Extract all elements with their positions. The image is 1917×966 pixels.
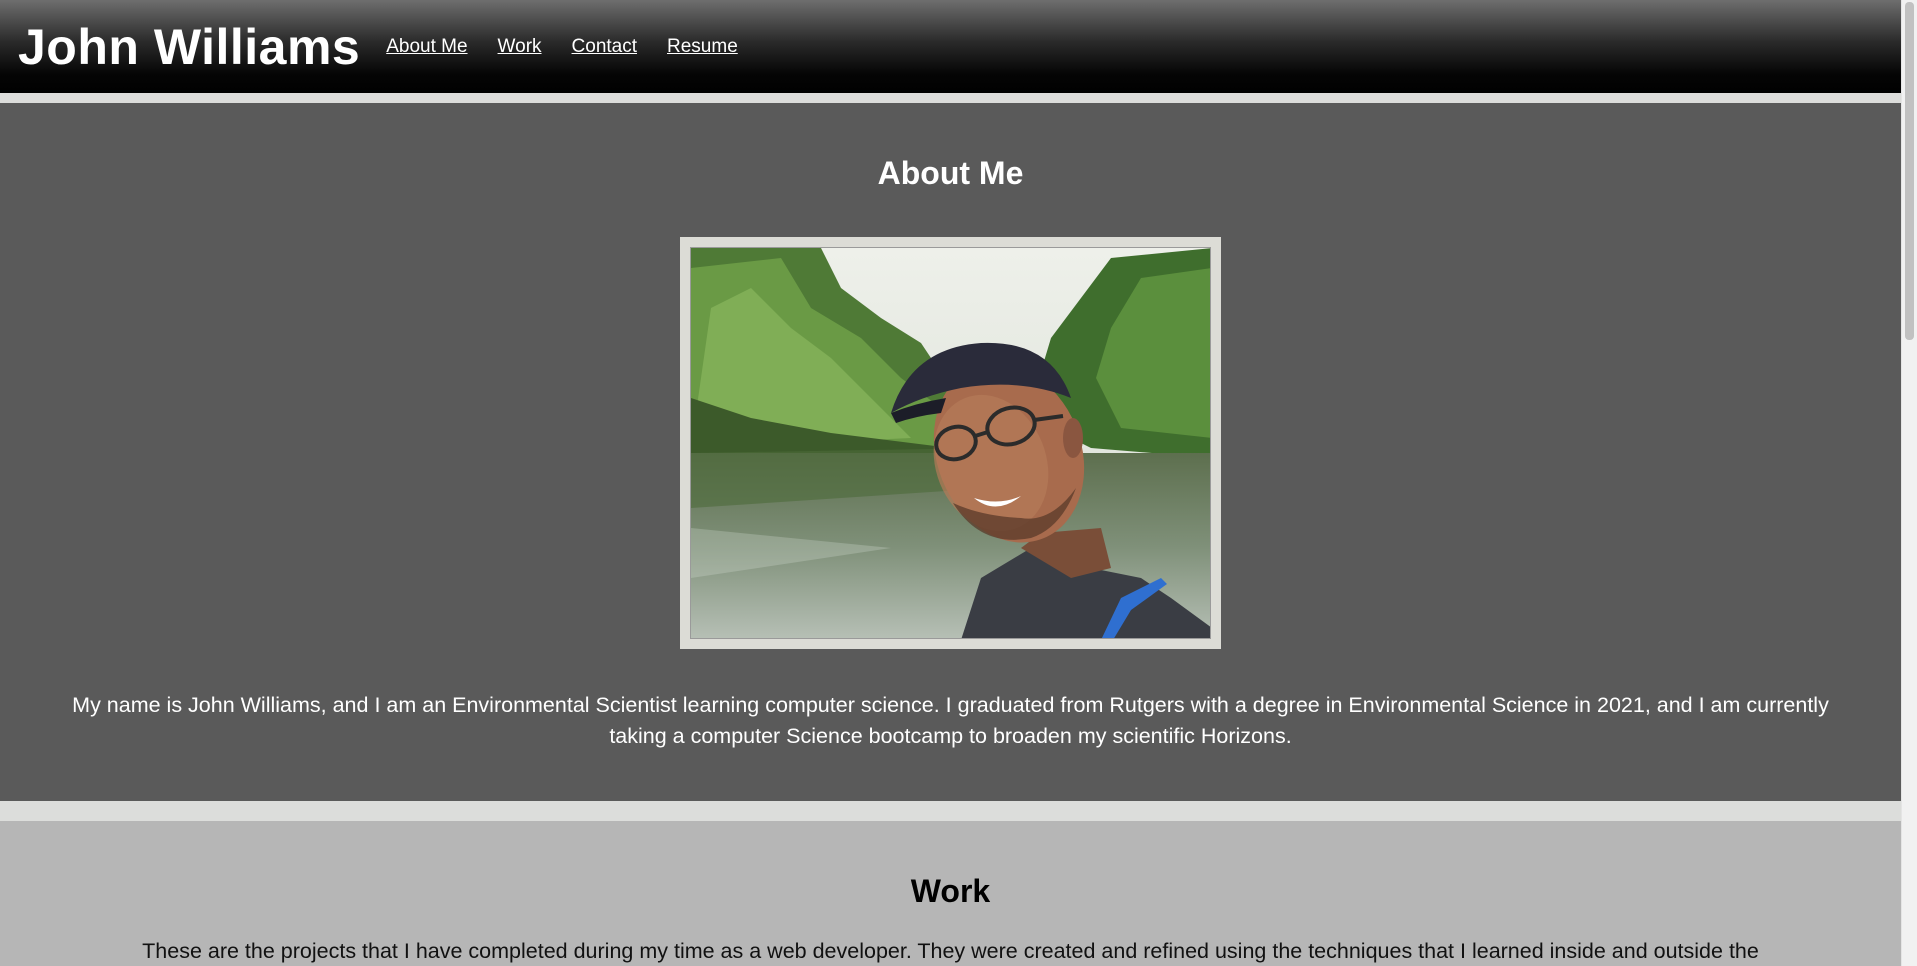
site-header: John Williams About Me Work Contact Resu… — [0, 0, 1901, 93]
site-title: John Williams — [18, 18, 361, 75]
nav-link-contact[interactable]: Contact — [572, 36, 637, 58]
about-heading: About Me — [877, 155, 1024, 191]
main-nav: About Me Work Contact Resume — [386, 36, 768, 58]
page: John Williams About Me Work Contact Resu… — [0, 0, 1901, 966]
viewport: John Williams About Me Work Contact Resu… — [0, 0, 1917, 966]
work-text: These are the projects that I have compl… — [142, 939, 1759, 963]
profile-photo-illustration — [691, 248, 1210, 638]
scrollbar-thumb[interactable] — [1905, 2, 1914, 340]
about-text: My name is John Williams, and I am an En… — [72, 693, 1829, 748]
profile-photo — [690, 247, 1211, 639]
photo-frame — [680, 237, 1221, 649]
about-section: About Me My name is John Williams, and I… — [0, 103, 1901, 801]
nav-link-resume[interactable]: Resume — [667, 36, 738, 58]
work-heading: Work — [910, 873, 991, 909]
vertical-scrollbar[interactable] — [1901, 0, 1917, 966]
nav-link-about-me[interactable]: About Me — [386, 36, 467, 58]
nav-link-work[interactable]: Work — [498, 36, 542, 58]
work-section: Work These are the projects that I have … — [0, 821, 1901, 966]
